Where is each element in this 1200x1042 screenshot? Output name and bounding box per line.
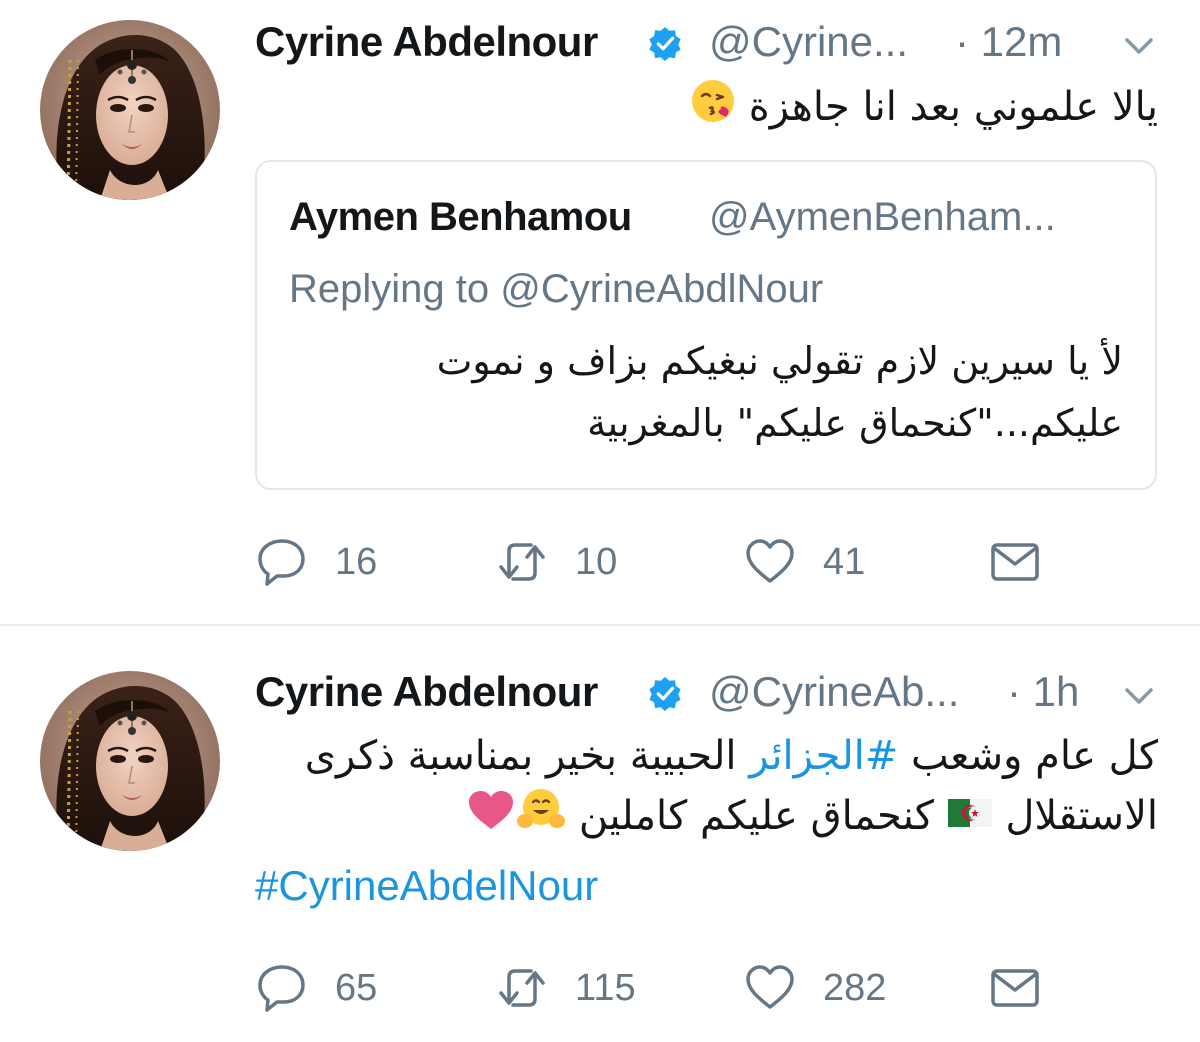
quoted-author-name: Aymen Benhamou (289, 195, 632, 239)
reply-bubble-icon (258, 965, 305, 1012)
tweet-card[interactable]: Cyrine Abdelnour @Cyrine... · 12m يالا ع… (0, 0, 1200, 624)
reply-count: 65 (335, 966, 378, 1009)
heart-icon (746, 965, 794, 1009)
tweet-header: Cyrine Abdelnour @Cyrine... · 12m (255, 14, 1175, 70)
tweet-header: Cyrine Abdelnour @CyrineAb... · 1h (255, 664, 1175, 720)
chevron-down-icon[interactable] (1121, 30, 1157, 60)
author-name[interactable]: Cyrine Abdelnour (255, 664, 598, 720)
reply-button[interactable]: 16 (255, 534, 377, 590)
tweet-timestamp[interactable]: · 1h (1007, 664, 1079, 720)
avatar[interactable] (40, 20, 220, 200)
quoted-tweet-text: لأ يا سيرين لازم تقولي نبغيكم بزاف و نمو… (436, 339, 1123, 445)
algeria-flag-emoji (947, 788, 993, 848)
tweet-text-part: كنحماق عليكم كاملين (566, 793, 947, 839)
retweet-icon (499, 543, 545, 581)
tweet-text-part: كل عام وشعب (898, 733, 1158, 779)
heart-icon (746, 539, 794, 583)
author-handle[interactable]: @CyrineAb... (709, 664, 959, 720)
verified-badge-icon (647, 676, 683, 712)
tweet-card[interactable]: Cyrine Abdelnour @CyrineAb... · 1h كل عا… (0, 626, 1200, 1042)
direct-message-button[interactable] (988, 534, 1042, 590)
retweet-button[interactable]: 115 (495, 960, 636, 1016)
replying-to: Replying to @CyrineAbdlNour (289, 267, 824, 311)
tweet-actions: 65 115 282 (255, 960, 1055, 1016)
reply-count: 16 (335, 540, 378, 583)
author-handle[interactable]: @Cyrine... (709, 14, 908, 70)
face-throwing-kiss-emoji (690, 78, 736, 140)
retweet-count: 115 (575, 966, 636, 1009)
tweet-timestamp[interactable]: · 12m (955, 14, 1062, 70)
envelope-icon (991, 969, 1039, 1007)
like-count: 41 (823, 540, 866, 583)
hashtag-link[interactable]: #الجزائر (749, 733, 898, 779)
author-name[interactable]: Cyrine Abdelnour (255, 14, 598, 70)
retweet-button[interactable]: 10 (495, 534, 617, 590)
tweet-text: يالا علموني بعد انا جاهزة (258, 78, 1158, 140)
hugging-face-emoji (516, 787, 566, 850)
envelope-icon (991, 543, 1039, 581)
like-count: 282 (823, 966, 887, 1009)
verified-badge-icon (647, 26, 683, 62)
like-button[interactable]: 282 (743, 960, 886, 1016)
hashtag-link[interactable]: #CyrineAbdelNour (255, 856, 598, 916)
like-button[interactable]: 41 (743, 534, 865, 590)
quoted-tweet[interactable]: Aymen Benhamou @AymenBenham... Replying … (255, 160, 1157, 490)
tweet-text: كل عام وشعب #الجزائر الحبيبة بخير بمناسب… (253, 726, 1158, 850)
retweet-count: 10 (575, 540, 618, 583)
reply-button[interactable]: 65 (255, 960, 377, 1016)
avatar[interactable] (40, 671, 220, 851)
retweet-icon (499, 969, 545, 1007)
tweet-text-main: يالا علموني بعد انا جاهزة (748, 84, 1158, 130)
direct-message-button[interactable] (988, 960, 1042, 1016)
pink-heart-emoji (466, 788, 516, 848)
tweet-actions: 16 10 41 (255, 534, 1055, 590)
quoted-author-handle: @AymenBenham... (709, 195, 1056, 239)
reply-bubble-icon (258, 539, 305, 586)
chevron-down-icon[interactable] (1121, 680, 1157, 710)
